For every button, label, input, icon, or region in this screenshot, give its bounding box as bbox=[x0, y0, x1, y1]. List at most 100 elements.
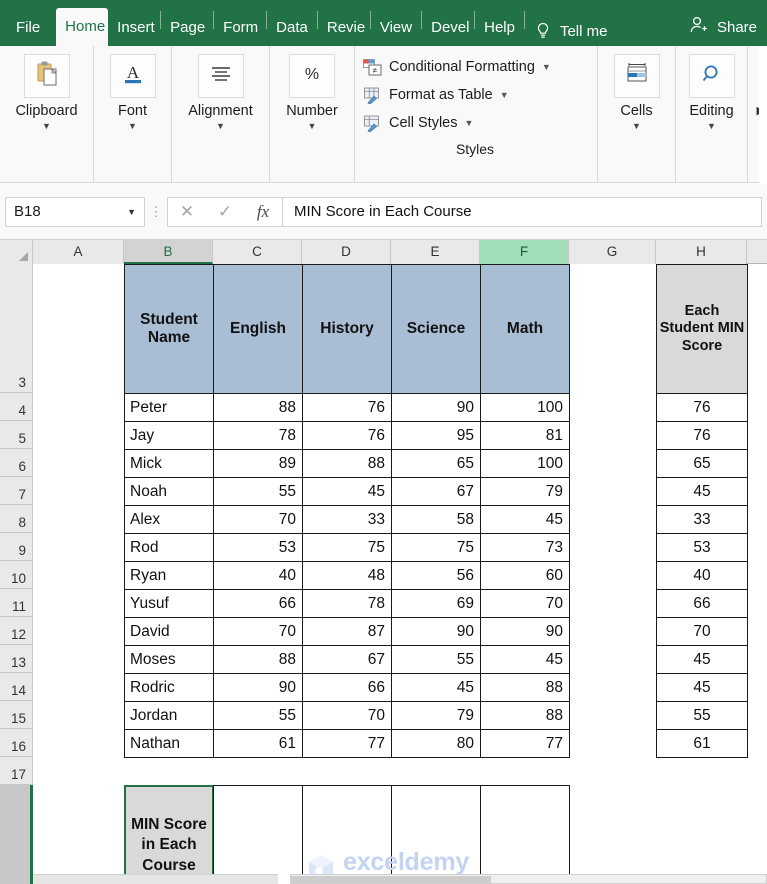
cell-f18-empty[interactable] bbox=[480, 785, 570, 884]
cell-name[interactable]: Rodric bbox=[124, 673, 214, 702]
cell-english[interactable]: 70 bbox=[213, 617, 303, 646]
cell-math[interactable]: 90 bbox=[480, 617, 570, 646]
cell-history[interactable]: 77 bbox=[302, 729, 392, 758]
cell-history[interactable]: 48 bbox=[302, 561, 392, 590]
cell-english[interactable]: 90 bbox=[213, 673, 303, 702]
row-header-3[interactable]: 3 bbox=[0, 264, 33, 393]
tab-page-layout[interactable]: Page bbox=[161, 10, 213, 46]
chevron-down-icon[interactable]: ▼ bbox=[500, 90, 509, 100]
format-as-table-button[interactable]: Format as Table ▼ bbox=[363, 81, 509, 109]
cell-min[interactable]: 76 bbox=[656, 421, 748, 450]
horizontal-scrollbar-left[interactable] bbox=[33, 874, 278, 884]
cell-english[interactable]: 53 bbox=[213, 533, 303, 562]
cell-history[interactable]: 88 bbox=[302, 449, 392, 478]
row-header-7[interactable]: 7 bbox=[0, 477, 33, 505]
cell-history[interactable]: 76 bbox=[302, 421, 392, 450]
cell-science[interactable]: 75 bbox=[391, 533, 481, 562]
chevron-down-icon[interactable]: ▼ bbox=[127, 207, 136, 217]
row-header-18[interactable]: 18 bbox=[0, 785, 33, 884]
cell-math[interactable]: 70 bbox=[480, 589, 570, 618]
cell-styles-button[interactable]: Cell Styles ▼ bbox=[363, 109, 473, 137]
cell-history[interactable]: 87 bbox=[302, 617, 392, 646]
column-header-e[interactable]: E bbox=[391, 240, 480, 264]
tab-help[interactable]: Help bbox=[475, 10, 524, 46]
cell-english[interactable]: 88 bbox=[213, 645, 303, 674]
cell-name[interactable]: Jordan bbox=[124, 701, 214, 730]
chevron-down-icon[interactable]: ▼ bbox=[465, 118, 474, 128]
cell-min[interactable]: 45 bbox=[656, 477, 748, 506]
cell-science[interactable]: 55 bbox=[391, 645, 481, 674]
row-header-9[interactable]: 9 bbox=[0, 533, 33, 561]
column-header-d[interactable]: D bbox=[302, 240, 391, 264]
cell-math[interactable]: 88 bbox=[480, 673, 570, 702]
table-header-english[interactable]: English bbox=[213, 264, 303, 394]
cell-english[interactable]: 55 bbox=[213, 701, 303, 730]
cell-math[interactable]: 77 bbox=[480, 729, 570, 758]
cell-history[interactable]: 70 bbox=[302, 701, 392, 730]
cell-math[interactable]: 81 bbox=[480, 421, 570, 450]
tab-data[interactable]: Data bbox=[267, 10, 317, 46]
cell-d18-empty[interactable] bbox=[302, 785, 392, 884]
row-header-6[interactable]: 6 bbox=[0, 449, 33, 477]
table-header-history[interactable]: History bbox=[302, 264, 392, 394]
cell-name[interactable]: Nathan bbox=[124, 729, 214, 758]
row-header-10[interactable]: 10 bbox=[0, 561, 33, 589]
table-header-each-student-min-score[interactable]: Each Student MIN Score bbox=[656, 264, 748, 394]
cell-min[interactable]: 40 bbox=[656, 561, 748, 590]
cell-science[interactable]: 69 bbox=[391, 589, 481, 618]
table-header-math[interactable]: Math bbox=[480, 264, 570, 394]
cell-science[interactable]: 95 bbox=[391, 421, 481, 450]
row-header-16[interactable]: 16 bbox=[0, 729, 33, 757]
cell-science[interactable]: 67 bbox=[391, 477, 481, 506]
cell-name[interactable]: Jay bbox=[124, 421, 214, 450]
cell-math[interactable]: 88 bbox=[480, 701, 570, 730]
cell-math[interactable]: 79 bbox=[480, 477, 570, 506]
share-button[interactable]: Share bbox=[689, 15, 757, 40]
tab-insert[interactable]: Insert bbox=[108, 10, 160, 46]
cell-history[interactable]: 67 bbox=[302, 645, 392, 674]
selected-cell-b18[interactable]: MIN Score in Each Course bbox=[124, 785, 214, 884]
cell-math[interactable]: 45 bbox=[480, 505, 570, 534]
row-header-15[interactable]: 15 bbox=[0, 701, 33, 729]
select-all-button[interactable] bbox=[0, 240, 33, 264]
tab-home[interactable]: Home bbox=[56, 8, 109, 46]
tab-formulas[interactable]: Form bbox=[214, 10, 266, 46]
tab-developer[interactable]: Devel bbox=[422, 10, 474, 46]
cell-science[interactable]: 65 bbox=[391, 449, 481, 478]
formula-bar-grip[interactable]: ⋮ bbox=[145, 205, 167, 218]
row-header-13[interactable]: 13 bbox=[0, 645, 33, 673]
ribbon-group-number[interactable]: % Number ▼ bbox=[270, 46, 355, 182]
row-header-5[interactable]: 5 bbox=[0, 421, 33, 449]
row-header-17[interactable]: 17 bbox=[0, 757, 33, 785]
cell-name[interactable]: Mick bbox=[124, 449, 214, 478]
ribbon-group-editing[interactable]: Editing ▼ bbox=[676, 46, 748, 182]
font-button[interactable]: A bbox=[109, 54, 156, 98]
row-header-14[interactable]: 14 bbox=[0, 673, 33, 701]
table-header-student-name[interactable]: Student Name bbox=[124, 264, 214, 394]
table-header-science[interactable]: Science bbox=[391, 264, 481, 394]
clipboard-button[interactable] bbox=[23, 54, 70, 98]
cell-english[interactable]: 61 bbox=[213, 729, 303, 758]
cell-e18-empty[interactable] bbox=[391, 785, 481, 884]
confirm-icon[interactable]: ✓ bbox=[206, 202, 244, 222]
alignment-button[interactable] bbox=[197, 54, 244, 98]
cell-science[interactable]: 90 bbox=[391, 617, 481, 646]
column-header-c[interactable]: C bbox=[213, 240, 302, 264]
cell-math[interactable]: 100 bbox=[480, 393, 570, 422]
column-header-b[interactable]: B bbox=[124, 240, 213, 264]
tell-me-box[interactable]: Tell me bbox=[535, 22, 607, 40]
clipboard-group-caret[interactable]: ▼ bbox=[42, 122, 51, 131]
cell-history[interactable]: 75 bbox=[302, 533, 392, 562]
cells-button[interactable] bbox=[613, 54, 660, 98]
cell-science[interactable]: 45 bbox=[391, 673, 481, 702]
cells-group-caret[interactable]: ▼ bbox=[632, 122, 641, 131]
cell-history[interactable]: 66 bbox=[302, 673, 392, 702]
cell-english[interactable]: 78 bbox=[213, 421, 303, 450]
horizontal-scrollbar-thumb[interactable] bbox=[291, 876, 491, 883]
formula-input[interactable]: MIN Score in Each Course bbox=[282, 196, 762, 227]
cell-min[interactable]: 76 bbox=[656, 393, 748, 422]
cell-min[interactable]: 70 bbox=[656, 617, 748, 646]
cell-min[interactable]: 33 bbox=[656, 505, 748, 534]
row-header-12[interactable]: 12 bbox=[0, 617, 33, 645]
cell-history[interactable]: 76 bbox=[302, 393, 392, 422]
